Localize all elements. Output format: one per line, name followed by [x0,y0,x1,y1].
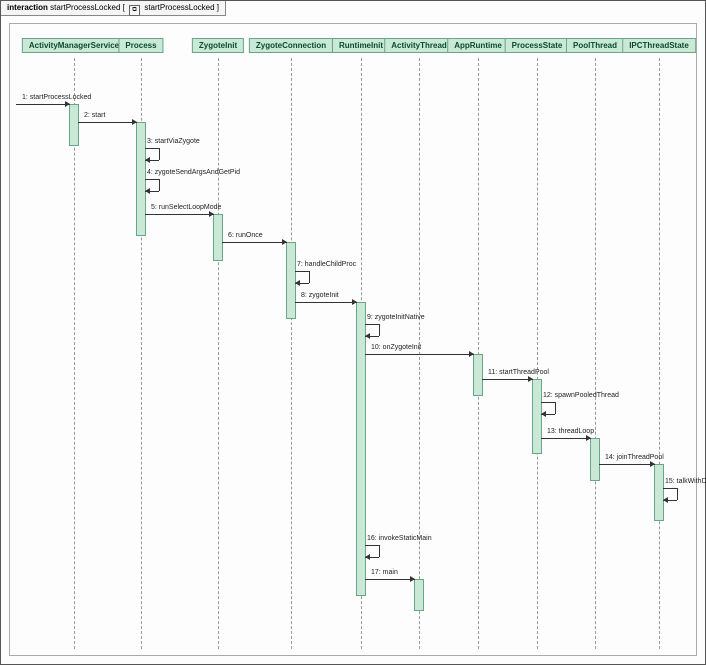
arrowhead-icon [365,333,370,339]
lifeline-header-pthread: PoolThread [566,38,624,53]
arrowhead-icon [65,101,70,107]
message-label-16: 16: invokeStaticMain [367,535,432,542]
activation-athread [414,579,424,611]
lifeline-ams [74,58,75,649]
message-label-3: 3: startViaZygote [147,138,200,145]
arrowhead-icon [209,211,214,217]
lifeline-header-zconn: ZygoteConnection [249,38,333,53]
message-label-4: 4: zygoteSendArgsAndGetPid [147,169,240,176]
message-arrow-17 [365,579,415,580]
lifeline-pthread [595,58,596,649]
arrowhead-icon [528,376,533,382]
activation-aruntime [473,354,483,396]
lifeline-header-ams: ActivityManagerService [22,38,126,53]
arrowhead-icon [365,554,370,560]
message-label-15: 15: talkWithDriver [665,478,706,485]
message-label-11: 11: startThreadPool [488,369,549,376]
message-label-6: 6: runOnce [228,232,263,239]
message-label-9: 9: zygoteInitNative [367,314,425,321]
arrowhead-icon [663,497,668,503]
diagram-canvas: interaction startProcessLocked [ ⧉ start… [0,0,706,665]
lifeline-ipc [659,58,660,649]
arrowhead-icon [145,157,150,163]
lifeline-header-aruntime: AppRuntime [447,38,509,53]
message-arrow-14 [599,464,655,465]
arrowhead-icon [541,411,546,417]
message-label-1: 1: startProcessLocked [22,94,91,101]
message-label-10: 10: onZygoteInit [371,344,421,351]
frame-keyword: interaction [7,3,48,12]
message-label-17: 17: main [371,569,398,576]
lifeline-header-ipc: IPCThreadState [622,38,696,53]
arrowhead-icon [295,280,300,286]
activation-pthread [590,438,600,481]
frame-badge-text: startProcessLocked [144,3,214,12]
message-arrow-10 [365,354,474,355]
activation-zinit [213,214,223,261]
lifeline-header-rinit: RuntimeInit [332,38,390,53]
message-arrow-13 [541,438,591,439]
message-label-14: 14: joinThreadPool [605,454,664,461]
message-label-2: 2: start [84,112,105,119]
lifeline-zconn [291,58,292,649]
message-arrow-8 [295,302,357,303]
lifeline-header-athread: ActivityThread [384,38,454,53]
message-label-8: 8: zygoteInit [301,292,339,299]
lifeline-zinit [218,58,219,649]
message-arrow-5 [145,214,214,215]
lifeline-header-proc: Process [118,38,163,53]
activation-ams [69,104,79,146]
message-label-12: 12: spawnPooledThread [543,392,619,399]
lifeline-header-pstate: ProcessState [505,38,570,53]
message-arrow-6 [222,242,287,243]
arrowhead-icon [650,461,655,467]
frame-name: startProcessLocked [50,3,120,12]
activation-ipc [654,464,664,521]
arrowhead-icon [586,435,591,441]
message-label-13: 13: threadLoop [547,428,594,435]
arrowhead-icon [352,299,357,305]
arrowhead-icon [132,119,137,125]
lifeline-header-zinit: ZygoteInit [192,38,244,53]
arrowhead-icon [282,239,287,245]
message-arrow-1 [16,104,70,105]
arrowhead-icon [145,188,150,194]
message-label-5: 5: runSelectLoopMode [151,204,221,211]
diagram-body: ActivityManagerServiceProcess ZygoteInit Z… [9,23,697,656]
arrowhead-icon [410,576,415,582]
lifeline-pstate [537,58,538,649]
message-arrow-2 [78,122,137,123]
message-arrow-11 [482,379,533,380]
activation-rinit [356,302,366,596]
frame-tab: interaction startProcessLocked [ ⧉ start… [1,1,226,16]
arrowhead-icon [469,351,474,357]
message-label-7: 7: handleChildProc [297,261,356,268]
sequence-diagram-icon: ⧉ [129,5,140,16]
